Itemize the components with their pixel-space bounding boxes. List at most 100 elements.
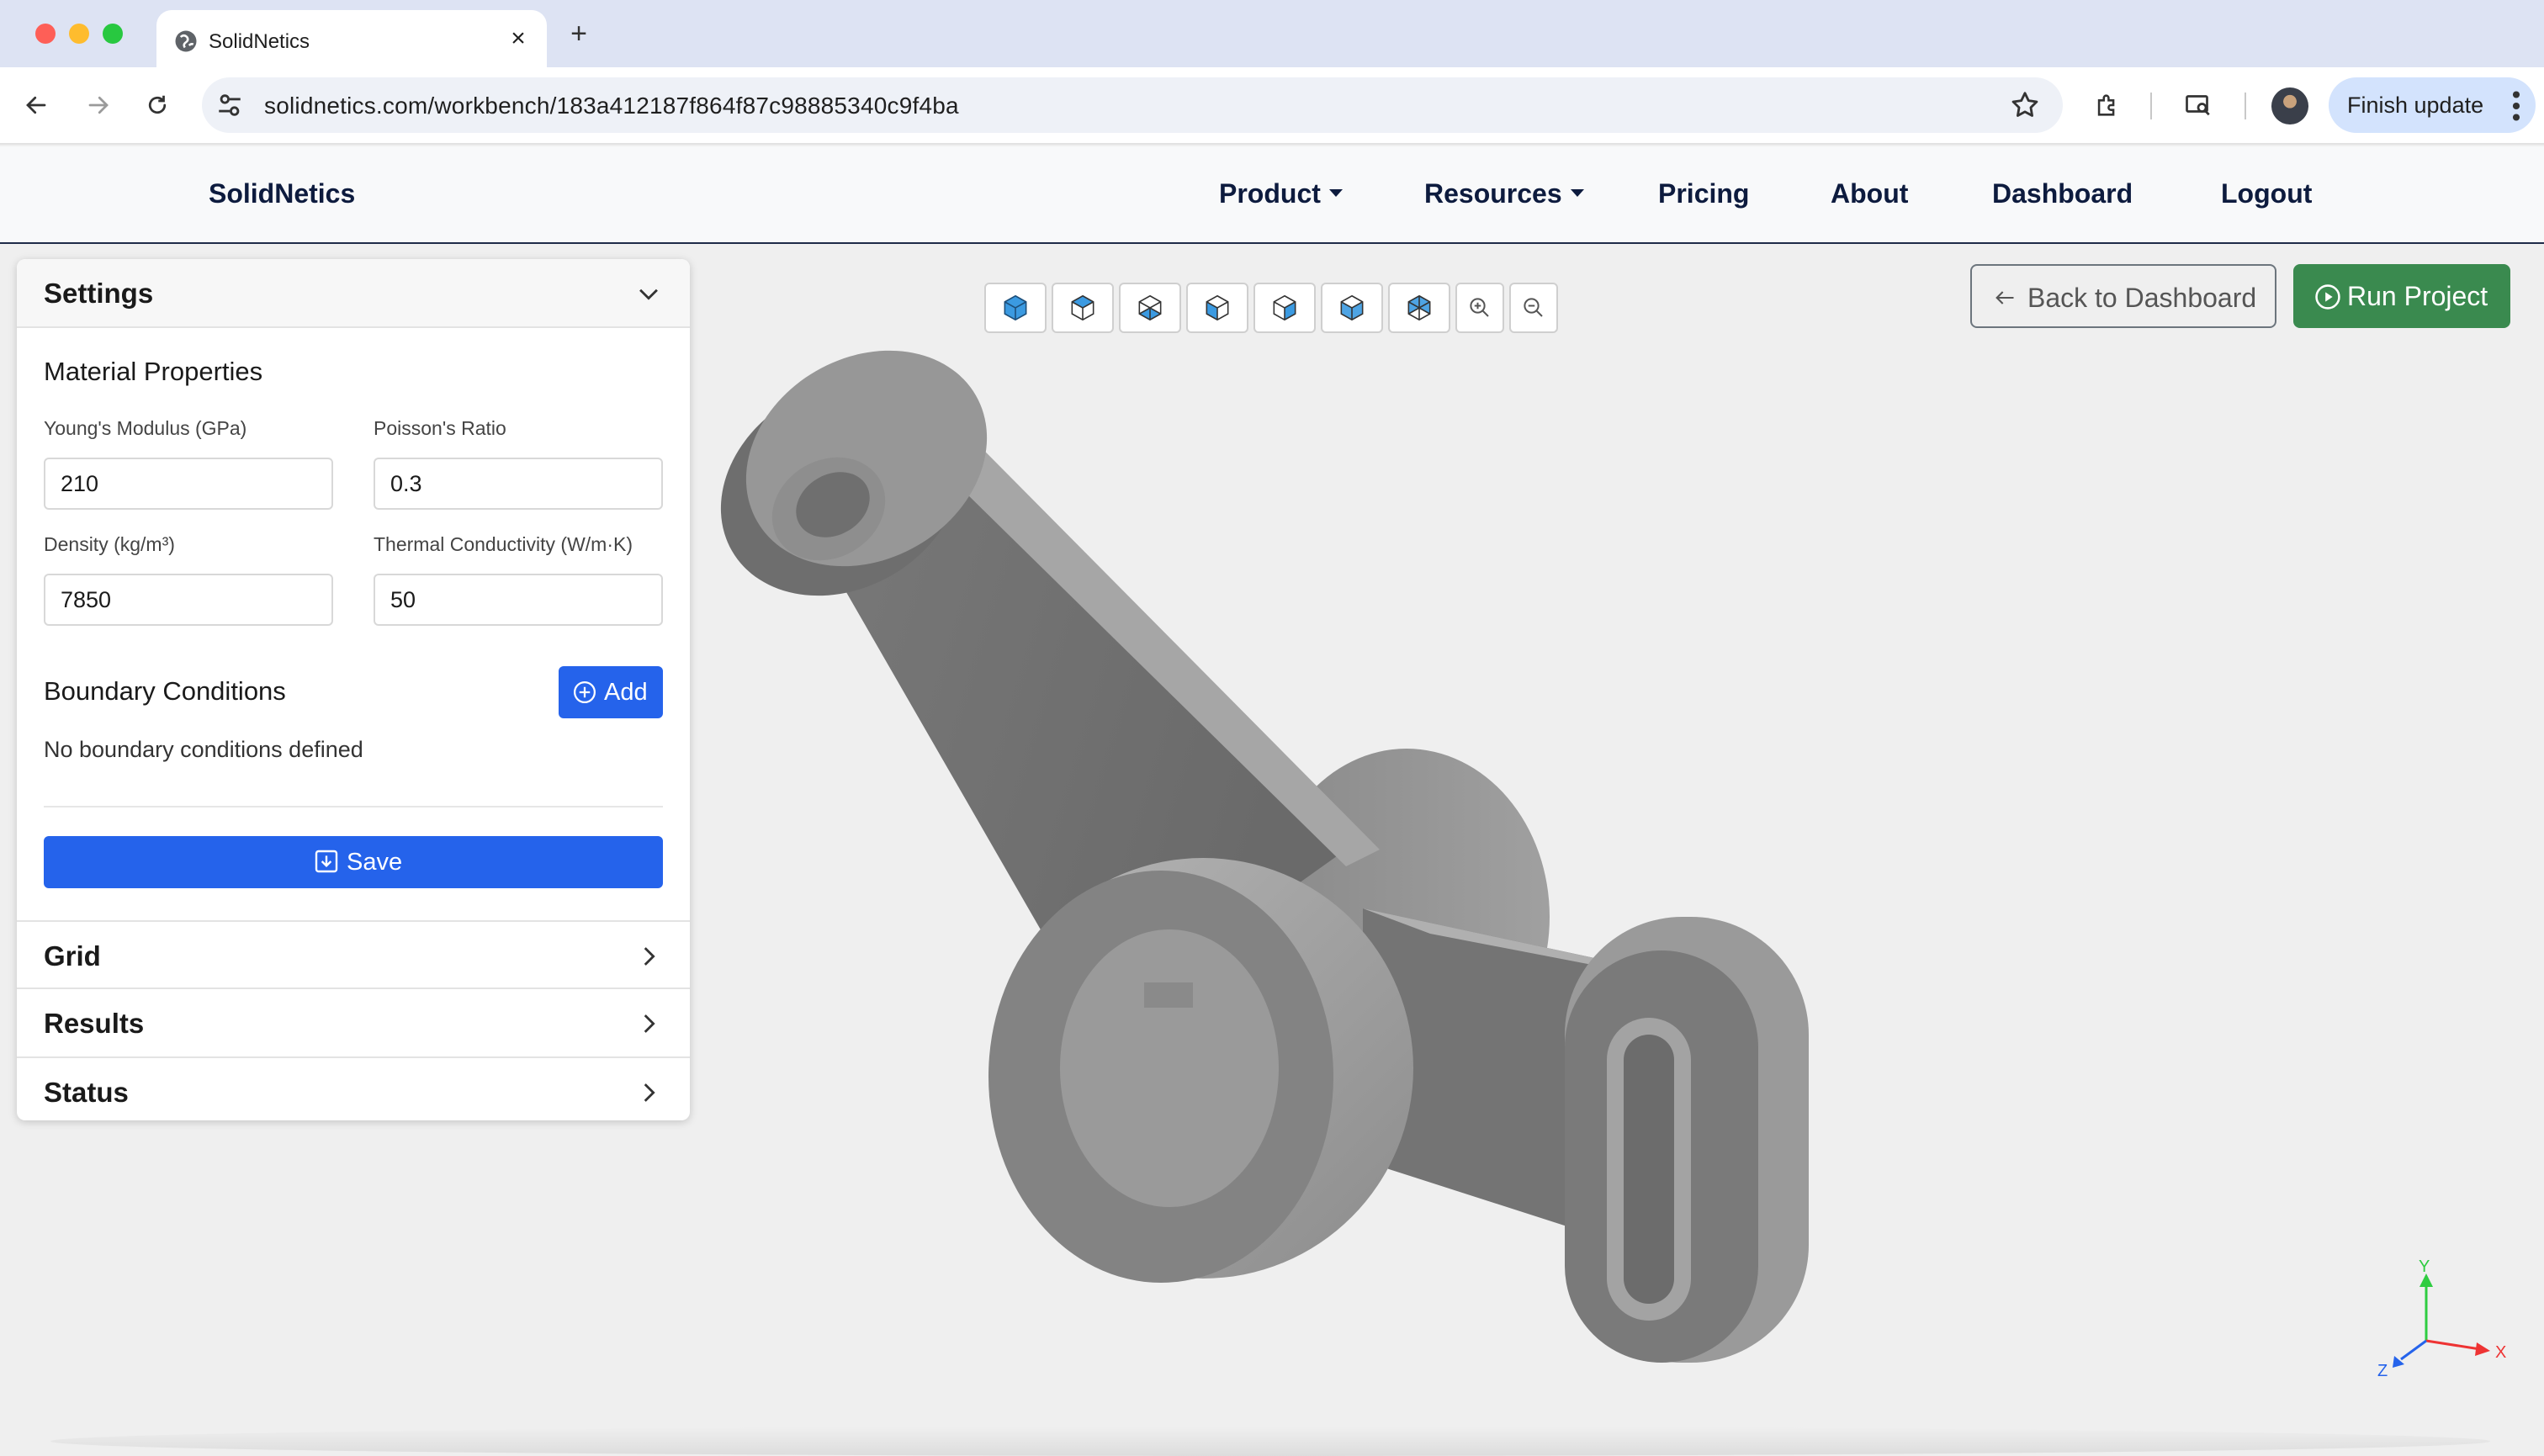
material-properties-title: Material Properties	[44, 357, 263, 386]
grid-title: Grid	[44, 940, 101, 972]
back-arrow-icon[interactable]	[17, 86, 56, 124]
chevron-right-icon	[644, 1083, 655, 1102]
browser-toolbar: solidnetics.com/workbench/183a412187f864…	[0, 67, 2544, 145]
play-circle-icon	[2315, 284, 2340, 310]
youngs-modulus-input[interactable]	[44, 458, 333, 510]
divider	[44, 806, 663, 807]
minimize-window-button[interactable]	[69, 24, 89, 44]
settings-accordion-header[interactable]: Settings	[17, 259, 690, 328]
nav-product-label: Product	[1219, 178, 1321, 209]
app-navbar: SolidNetics Product Resources Pricing Ab…	[0, 146, 2544, 244]
3d-model-viewport[interactable]	[690, 336, 1868, 1396]
density-label: Density (kg/m³)	[44, 533, 175, 555]
zoom-in-button[interactable]	[1455, 283, 1504, 333]
caret-down-icon	[1328, 189, 1343, 198]
status-accordion-header[interactable]: Status	[17, 1058, 690, 1120]
browser-tab-bar: SolidNetics × +	[0, 0, 2544, 67]
results-accordion-header[interactable]: Results	[17, 989, 690, 1058]
thermal-conductivity-input[interactable]	[374, 574, 663, 626]
back-to-dashboard-button[interactable]: Back to Dashboard	[1970, 264, 2276, 328]
url-text: solidnetics.com/workbench/183a412187f864…	[264, 93, 959, 119]
nav-about[interactable]: About	[1831, 178, 1908, 209]
new-tab-icon[interactable]: +	[562, 17, 596, 50]
poisson-ratio-input[interactable]	[374, 458, 663, 510]
maximize-window-button[interactable]	[103, 24, 123, 44]
finish-update-label: Finish update	[2347, 93, 2484, 118]
globe-icon	[175, 30, 197, 52]
axes-gizmo: Y X Z	[2377, 1257, 2506, 1380]
browser-tab[interactable]: SolidNetics ×	[156, 10, 547, 67]
zoom-out-icon	[1524, 298, 1543, 317]
nav-resources[interactable]: Resources	[1424, 178, 1584, 209]
run-project-button[interactable]: Run Project	[2293, 264, 2510, 328]
bookmark-star-icon[interactable]	[2009, 89, 2041, 121]
nav-pricing[interactable]: Pricing	[1658, 178, 1749, 209]
cube-front-icon	[1340, 294, 1364, 321]
close-tab-icon[interactable]: ×	[503, 24, 533, 54]
view-bottom-button[interactable]	[1119, 283, 1181, 333]
tab-title: SolidNetics	[209, 30, 310, 53]
view-front-button[interactable]	[1321, 283, 1383, 333]
toolbar-divider	[2245, 93, 2246, 119]
view-top-button[interactable]	[1052, 283, 1114, 333]
profile-avatar[interactable]	[2271, 87, 2308, 124]
media-search-icon[interactable]	[2179, 86, 2218, 124]
poisson-ratio-label: Poisson's Ratio	[374, 417, 506, 439]
zoom-out-button[interactable]	[1509, 283, 1558, 333]
settings-panel: Settings Material Properties Young's Mod…	[17, 259, 690, 1120]
caret-down-icon	[1570, 189, 1584, 198]
no-boundary-conditions-text: No boundary conditions defined	[44, 737, 363, 762]
nav-product[interactable]: Product	[1219, 178, 1343, 209]
plus-circle-icon	[574, 681, 596, 703]
cube-right-icon	[1273, 294, 1296, 321]
x-axis-line	[2425, 1339, 2481, 1351]
run-project-label: Run Project	[2347, 281, 2488, 311]
chevron-right-icon	[644, 947, 655, 966]
density-input[interactable]	[44, 574, 333, 626]
toolbar-divider	[2150, 93, 2152, 119]
lever-part[interactable]	[690, 336, 1809, 1363]
z-axis-label: Z	[2377, 1362, 2388, 1380]
address-bar[interactable]: solidnetics.com/workbench/183a412187f864…	[202, 77, 2063, 133]
save-button[interactable]: Save	[44, 836, 663, 888]
view-back-button[interactable]	[1388, 283, 1450, 333]
x-axis-arrow	[2475, 1342, 2490, 1356]
reload-icon[interactable]	[138, 86, 177, 124]
cube-top-icon	[1071, 294, 1094, 321]
chevron-right-icon	[644, 1014, 655, 1033]
cube-left-icon	[1206, 294, 1229, 321]
nav-resources-label: Resources	[1424, 178, 1562, 209]
thermal-conductivity-label: Thermal Conductivity (W/m·K)	[374, 533, 633, 555]
view-right-button[interactable]	[1253, 283, 1316, 333]
view-iso-button[interactable]	[984, 283, 1047, 333]
nav-dashboard[interactable]: Dashboard	[1992, 178, 2133, 209]
cube-bottom-icon	[1138, 294, 1162, 321]
y-axis-label: Y	[2419, 1257, 2430, 1276]
save-download-icon	[315, 850, 338, 873]
finish-update-button[interactable]: Finish update	[2329, 77, 2536, 133]
chevron-down-icon	[639, 289, 658, 300]
nav-logout[interactable]: Logout	[2221, 178, 2312, 209]
site-settings-icon[interactable]	[215, 91, 244, 119]
add-boundary-condition-button[interactable]: Add	[559, 666, 663, 718]
add-label: Add	[604, 679, 648, 706]
youngs-modulus-label: Young's Modulus (GPa)	[44, 417, 247, 439]
results-title: Results	[44, 1008, 145, 1039]
boundary-conditions-title: Boundary Conditions	[44, 676, 286, 706]
brand-logo[interactable]: SolidNetics	[209, 178, 355, 209]
status-title: Status	[44, 1077, 129, 1108]
bottom-shadow	[50, 1427, 2490, 1456]
settings-title: Settings	[44, 278, 154, 309]
more-vertical-icon	[2512, 91, 2520, 121]
grid-accordion-header[interactable]: Grid	[17, 920, 690, 989]
zoom-in-icon	[1470, 298, 1489, 317]
back-to-dashboard-label: Back to Dashboard	[2027, 283, 2257, 313]
close-window-button[interactable]	[35, 24, 56, 44]
extensions-icon[interactable]	[2088, 86, 2127, 124]
arrow-left-icon	[1995, 291, 2014, 304]
cube-solid-icon	[1004, 294, 1027, 321]
forward-arrow-icon[interactable]	[79, 86, 118, 124]
view-left-button[interactable]	[1186, 283, 1248, 333]
z-axis-line	[2400, 1339, 2427, 1361]
save-label: Save	[347, 849, 403, 876]
